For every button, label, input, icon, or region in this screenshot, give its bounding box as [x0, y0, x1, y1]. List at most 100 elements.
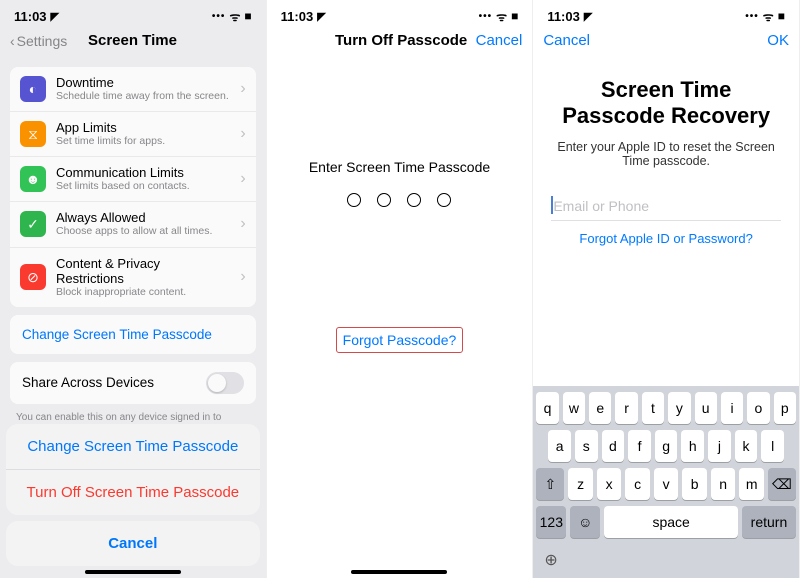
chevron-right-icon: ›	[240, 268, 245, 286]
action-sheet-options: Change Screen Time Passcode Turn Off Scr…	[6, 424, 260, 515]
row-title: Always Allowed	[56, 210, 230, 225]
placeholder-text: Email or Phone	[553, 198, 649, 214]
key-return[interactable]: return	[742, 506, 796, 538]
sheet-turn-off-passcode[interactable]: Turn Off Screen Time Passcode	[6, 470, 260, 515]
key-c[interactable]: c	[625, 468, 650, 500]
recovery-title: Screen TimePasscode Recovery	[553, 77, 779, 130]
sheet-cancel[interactable]: Cancel	[6, 521, 260, 566]
back-label: Settings	[17, 33, 68, 49]
key-d[interactable]: d	[602, 430, 625, 462]
key-s[interactable]: s	[575, 430, 598, 462]
battery-icon: ■	[778, 9, 785, 23]
globe-icon[interactable]: ⊕	[536, 544, 796, 570]
navbar: Cancel OK	[533, 26, 799, 59]
key-h[interactable]: h	[681, 430, 704, 462]
key-k[interactable]: k	[735, 430, 758, 462]
key-z[interactable]: z	[568, 468, 593, 500]
key-123[interactable]: 123	[536, 506, 566, 538]
screen-time-settings: 11:03◤ •••ᯤ■ ‹Settings Screen Time ◐ Dow…	[0, 0, 267, 578]
key-emoji[interactable]: ☺	[570, 506, 600, 538]
sheet-change-passcode[interactable]: Change Screen Time Passcode	[6, 424, 260, 470]
wifi-icon: ᯤ	[496, 8, 507, 25]
passcode-dots	[267, 193, 533, 207]
location-icon: ◤	[584, 10, 592, 23]
battery-icon: ■	[244, 9, 251, 23]
passcode-dot	[437, 193, 451, 207]
cancel-button[interactable]: Cancel	[476, 32, 523, 49]
row-title: Downtime	[56, 75, 230, 90]
row-content-priv[interactable]: ⊘ Content & Privacy Restrictions Block i…	[10, 248, 256, 307]
chevron-right-icon: ›	[240, 215, 245, 233]
status-bar: 11:03◤ •••ᯤ■	[533, 0, 799, 26]
cell-signal-icon: •••	[479, 11, 493, 22]
key-y[interactable]: y	[668, 392, 690, 424]
key-i[interactable]: i	[721, 392, 743, 424]
home-indicator[interactable]	[351, 570, 447, 574]
back-button[interactable]: ‹Settings	[10, 33, 67, 49]
chevron-right-icon: ›	[240, 125, 245, 143]
key-b[interactable]: b	[682, 468, 707, 500]
key-w[interactable]: w	[563, 392, 585, 424]
content-priv-icon: ⊘	[20, 264, 46, 290]
row-title: Communication Limits	[56, 165, 230, 180]
forgot-apple-id-link[interactable]: Forgot Apple ID or Password?	[533, 231, 799, 246]
share-toggle[interactable]	[206, 372, 244, 394]
row-subtitle: Schedule time away from the screen.	[56, 90, 230, 103]
key-l[interactable]: l	[761, 430, 784, 462]
key-u[interactable]: u	[695, 392, 717, 424]
key-space[interactable]: space	[604, 506, 738, 538]
key-a[interactable]: a	[548, 430, 571, 462]
key-x[interactable]: x	[597, 468, 622, 500]
comm-limits-icon: ☻	[20, 166, 46, 192]
row-subtitle: Choose apps to allow at all times.	[56, 225, 230, 238]
always-allowed-icon: ✓	[20, 211, 46, 237]
home-indicator[interactable]	[85, 570, 181, 574]
status-bar: 11:03◤ •••ᯤ■	[0, 0, 266, 26]
share-across-devices-row[interactable]: Share Across Devices	[10, 362, 256, 404]
status-time: 11:03	[281, 9, 314, 24]
text-caret	[551, 196, 553, 214]
key-n[interactable]: n	[711, 468, 736, 500]
key-p[interactable]: p	[774, 392, 796, 424]
row-title: App Limits	[56, 120, 230, 135]
turn-off-passcode-screen: 11:03◤ •••ᯤ■ Turn Off Passcode Cancel En…	[267, 0, 534, 578]
key-backspace[interactable]: ⌫	[768, 468, 796, 500]
key-t[interactable]: t	[642, 392, 664, 424]
status-bar: 11:03◤ •••ᯤ■	[267, 0, 533, 26]
cell-signal-icon: •••	[212, 11, 226, 22]
keyboard: qwertyuiop asdfghjkl ⇧zxcvbnm⌫ 123 ☺ spa…	[533, 386, 799, 578]
key-f[interactable]: f	[628, 430, 651, 462]
status-time: 11:03	[547, 9, 580, 24]
row-title: Content & Privacy Restrictions	[56, 256, 230, 286]
navbar: ‹Settings Screen Time	[0, 26, 266, 59]
battery-icon: ■	[511, 9, 518, 23]
row-comm-limits[interactable]: ☻ Communication Limits Set limits based …	[10, 157, 256, 202]
forgot-passcode-link[interactable]: Forgot Passcode?	[336, 327, 464, 353]
action-sheet: Change Screen Time Passcode Turn Off Scr…	[0, 418, 266, 578]
page-title: Screen Time	[67, 32, 197, 49]
row-always-allowed[interactable]: ✓ Always Allowed Choose apps to allow at…	[10, 202, 256, 247]
key-r[interactable]: r	[615, 392, 637, 424]
apple-id-input[interactable]: Email or Phone	[551, 192, 781, 221]
share-label: Share Across Devices	[22, 375, 154, 390]
key-j[interactable]: j	[708, 430, 731, 462]
settings-group: ◐ Downtime Schedule time away from the s…	[10, 67, 256, 307]
chevron-right-icon: ›	[240, 170, 245, 188]
wifi-icon: ᯤ	[763, 8, 774, 25]
key-o[interactable]: o	[747, 392, 769, 424]
key-q[interactable]: q	[536, 392, 558, 424]
passcode-recovery-screen: 11:03◤ •••ᯤ■ Cancel OK Screen TimePassco…	[533, 0, 800, 578]
passcode-dot	[377, 193, 391, 207]
row-downtime[interactable]: ◐ Downtime Schedule time away from the s…	[10, 67, 256, 112]
change-passcode-link[interactable]: Change Screen Time Passcode	[10, 315, 256, 354]
ok-button[interactable]: OK	[767, 32, 789, 49]
cancel-button[interactable]: Cancel	[543, 32, 590, 49]
key-v[interactable]: v	[654, 468, 679, 500]
key-g[interactable]: g	[655, 430, 678, 462]
key-shift[interactable]: ⇧	[536, 468, 564, 500]
recovery-subtitle: Enter your Apple ID to reset the Screen …	[553, 140, 779, 168]
key-e[interactable]: e	[589, 392, 611, 424]
row-app-limits[interactable]: ⧖ App Limits Set time limits for apps. ›	[10, 112, 256, 157]
navbar: Turn Off Passcode Cancel	[267, 26, 533, 59]
key-m[interactable]: m	[739, 468, 764, 500]
